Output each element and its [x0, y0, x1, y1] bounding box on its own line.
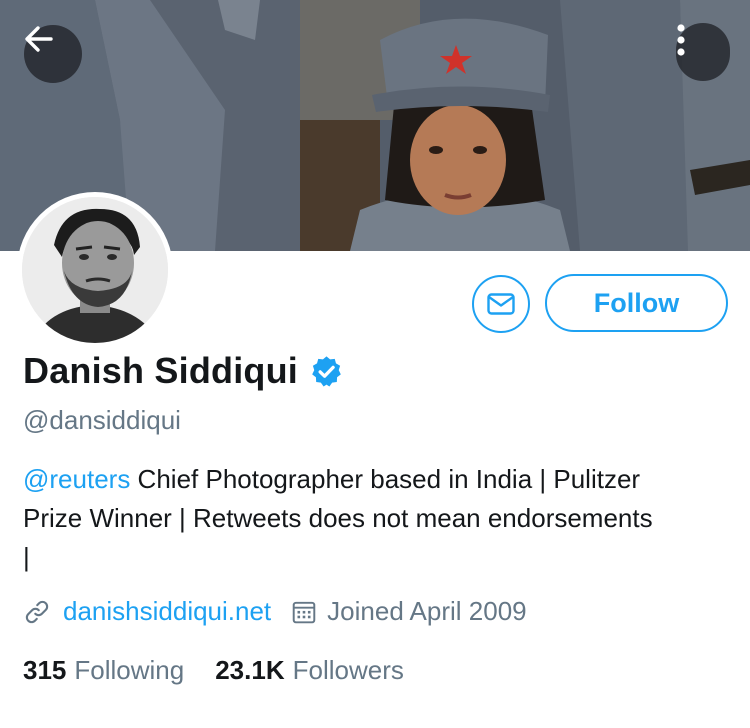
back-arrow-icon [25, 26, 53, 52]
message-button[interactable] [472, 275, 530, 333]
following-link[interactable]: 315 Following [23, 655, 184, 686]
more-options-button[interactable] [676, 23, 730, 81]
envelope-icon [487, 293, 515, 315]
profile-handle: @dansiddiqui [23, 405, 181, 435]
profile-name-row: Danish Siddiqui [23, 350, 343, 392]
following-label: Following [74, 655, 185, 685]
bio-text: Chief Photographer based in India | Puli… [130, 464, 641, 494]
calendar-icon [291, 599, 317, 625]
back-button[interactable] [24, 25, 82, 83]
profile-name: Danish Siddiqui [23, 350, 299, 391]
bio-line: @reuters Chief Photographer based in Ind… [23, 460, 738, 499]
profile-bio: @reuters Chief Photographer based in Ind… [23, 460, 738, 577]
verified-badge-icon [310, 355, 343, 388]
following-count: 315 [23, 655, 67, 685]
profile-meta: danishsiddiqui.net Joined April 2009 [23, 596, 527, 627]
bio-line: Prize Winner | Retweets does not mean en… [23, 503, 653, 533]
avatar-photo [22, 197, 168, 343]
link-icon [23, 598, 51, 626]
bio-line: | [23, 542, 30, 572]
followers-count: 23.1K [215, 655, 285, 685]
bio-mention-link[interactable]: @reuters [23, 464, 130, 494]
followers-label: Followers [292, 655, 404, 685]
follow-button[interactable]: Follow [545, 274, 728, 332]
profile-counts: 315 Following 23.1K Followers [23, 655, 404, 686]
more-vertical-icon [677, 24, 685, 56]
avatar[interactable] [17, 192, 173, 348]
website-link[interactable]: danishsiddiqui.net [63, 596, 271, 627]
followers-link[interactable]: 23.1K Followers [215, 655, 404, 686]
follow-button-label: Follow [593, 287, 680, 318]
joined-date: Joined April 2009 [327, 596, 527, 626]
